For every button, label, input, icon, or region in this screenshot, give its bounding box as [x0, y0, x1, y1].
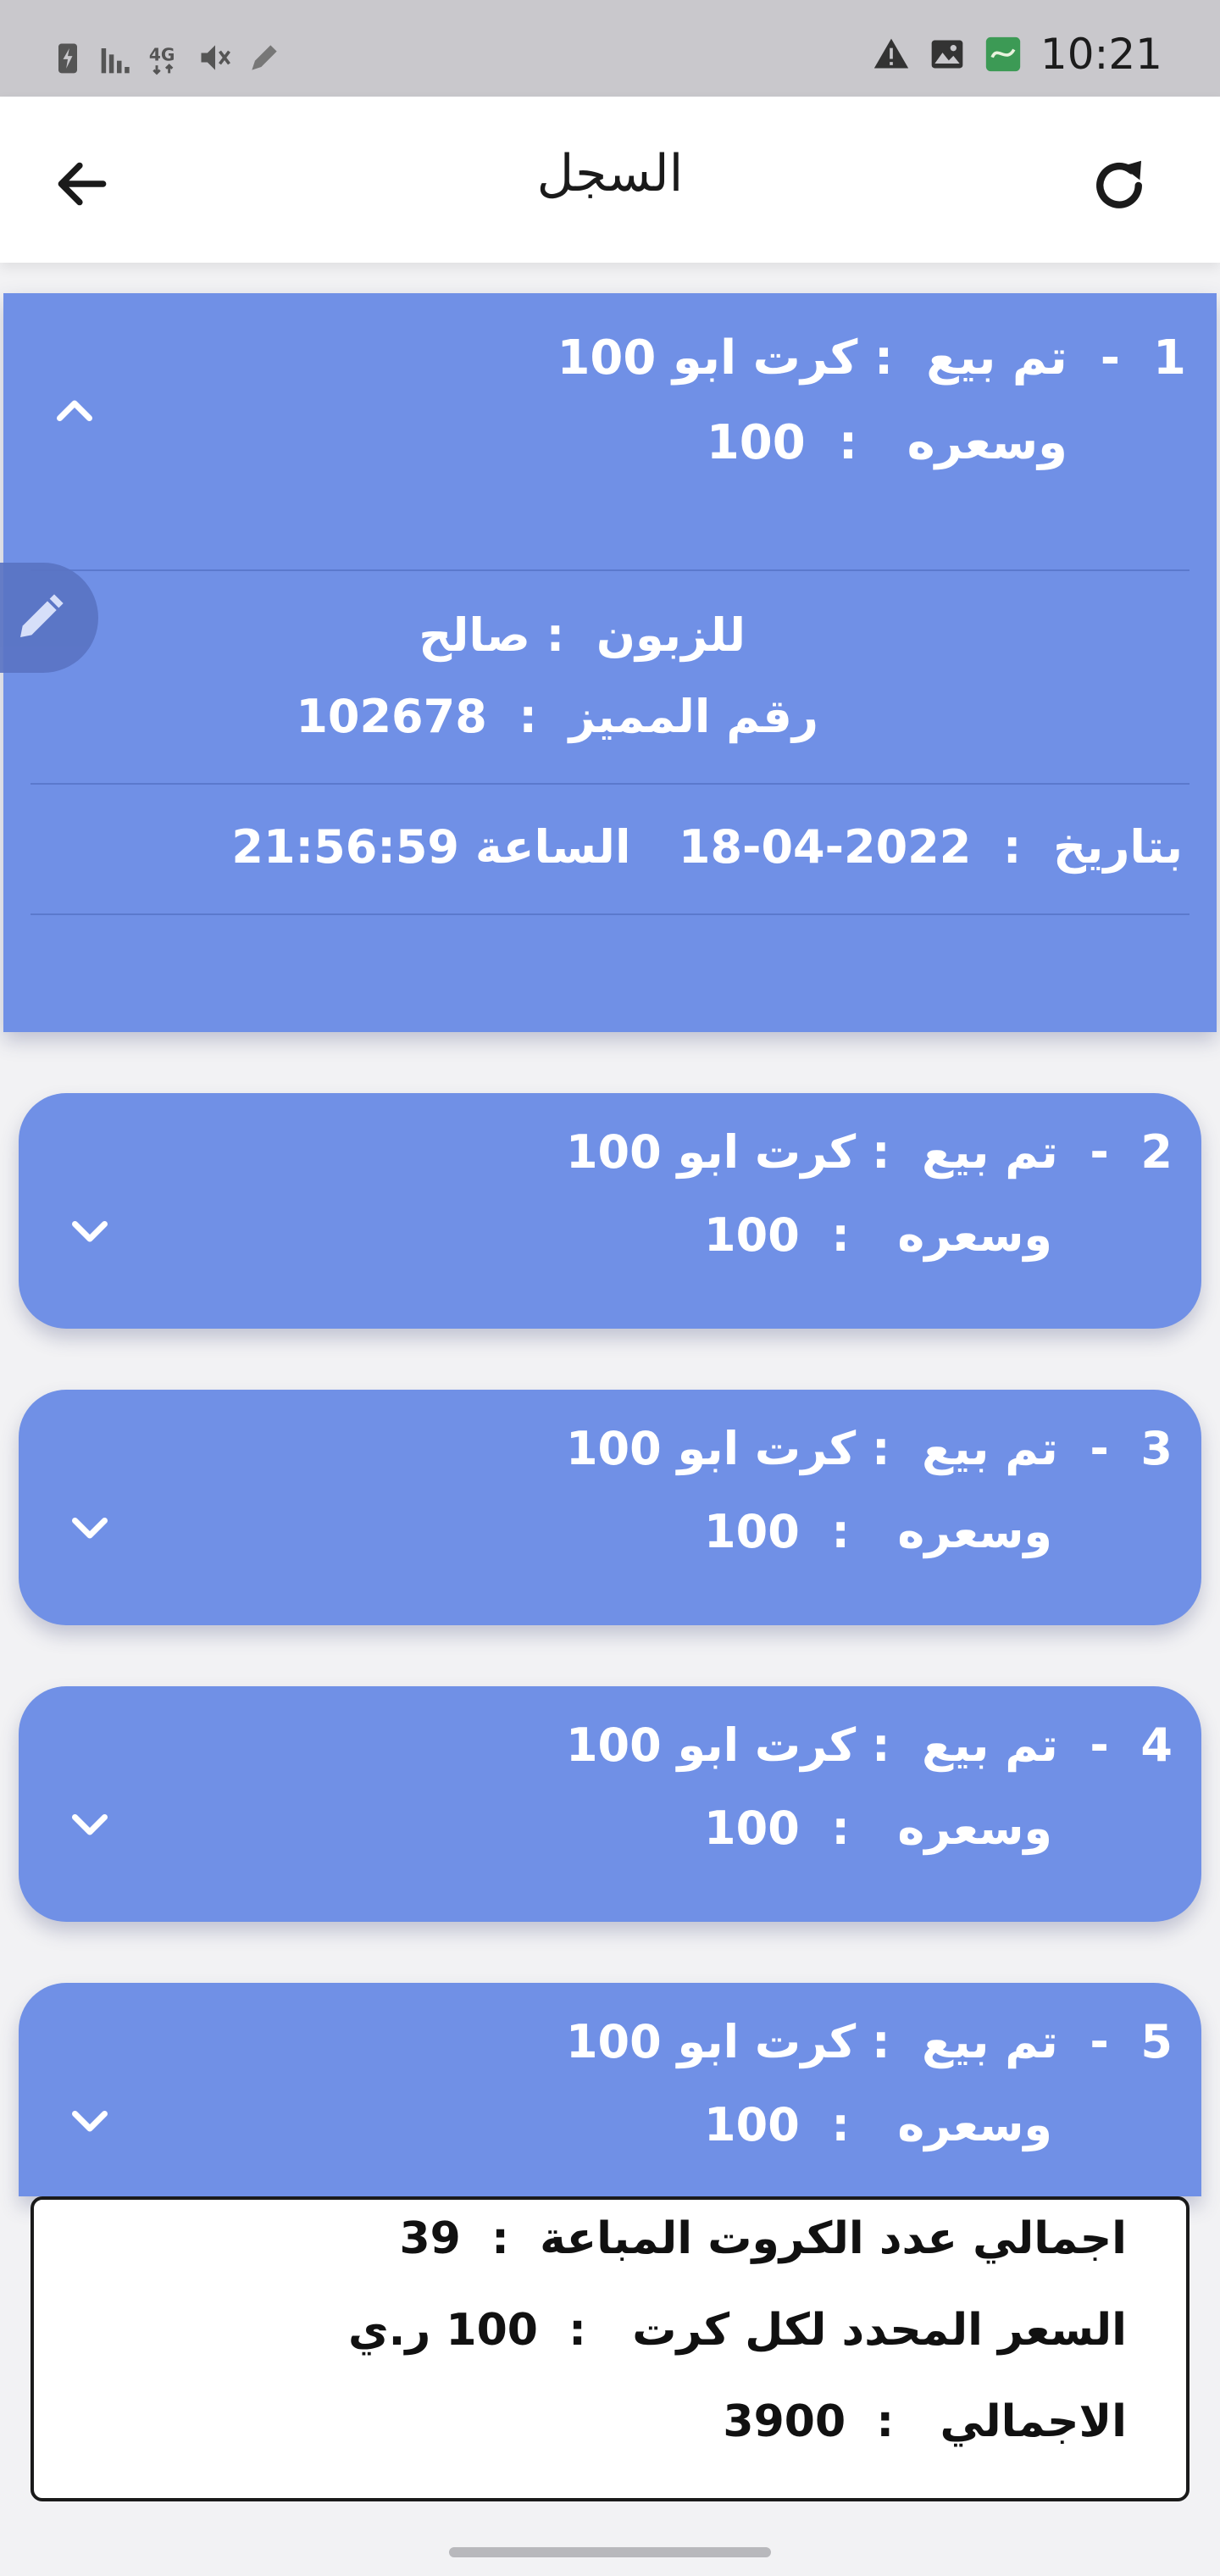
chevron-up-icon[interactable] — [49, 386, 100, 437]
chevron-down-icon[interactable] — [64, 1205, 115, 1256]
record-title: 4 - تم بيع : كرت ابو 100 — [565, 1718, 1173, 1772]
refresh-icon[interactable] — [1086, 153, 1152, 219]
page-title: السجل — [536, 144, 684, 203]
pencil-icon — [20, 594, 64, 637]
record-price: وسعره : 100 — [704, 1208, 1052, 1262]
warning-icon — [873, 38, 909, 69]
status-left-icons: 4G — [49, 32, 283, 83]
pen-icon — [252, 45, 277, 70]
svg-text:4G: 4G — [149, 45, 175, 65]
summary-total: الاجمالي : 3900 — [723, 2396, 1127, 2447]
mute-icon — [201, 45, 230, 70]
app-bar: السجل — [0, 97, 1220, 263]
record-price: وسعره : 100 — [706, 415, 1068, 470]
summary-total-cards: اجمالي عدد الكروت المباعة : 39 — [399, 2213, 1128, 2264]
status-bar: 4G 10:21 — [0, 0, 1220, 97]
record-card[interactable]: 2 - تم بيع : كرت ابو 100 وسعره : 100 — [19, 1093, 1201, 1329]
app-icon — [985, 36, 1021, 72]
divider — [30, 783, 1190, 785]
record-card[interactable]: 3 - تم بيع : كرت ابو 100 وسعره : 100 — [19, 1390, 1201, 1625]
divider — [30, 913, 1190, 915]
record-card[interactable]: 4 - تم بيع : كرت ابو 100 وسعره : 100 — [19, 1686, 1201, 1922]
lte-icon: 4G — [149, 45, 175, 75]
record-code: رقم المميز : 102678 — [296, 690, 818, 743]
chevron-down-icon[interactable] — [64, 1502, 115, 1552]
record-datetime: بتاريخ : 2022-04-18 الساعة 21:56:59 — [231, 820, 1183, 874]
record-title: 2 - تم بيع : كرت ابو 100 — [565, 1125, 1173, 1179]
battery-charging-icon — [58, 43, 77, 74]
record-customer: للزبون : صالح — [419, 608, 746, 662]
record-price: وسعره : 100 — [704, 1802, 1052, 1855]
record-card[interactable]: 5 - تم بيع : كرت ابو 100 وسعره : 100 — [19, 1983, 1201, 2196]
image-icon — [931, 40, 963, 69]
status-right-icons: 10:21 — [873, 27, 1162, 81]
summary-box: اجمالي عدد الكروت المباعة : 39 السعر الم… — [30, 2196, 1190, 2501]
summary-price-per-card: السعر المحدد لكل كرت : 100 ر.ي — [347, 2305, 1127, 2356]
record-price: وسعره : 100 — [704, 1505, 1052, 1558]
record-title: 3 - تم بيع : كرت ابو 100 — [565, 1422, 1173, 1475]
record-title: 5 - تم بيع : كرت ابو 100 — [565, 2015, 1173, 2068]
chevron-down-icon[interactable] — [64, 1798, 115, 1849]
record-card-expanded[interactable]: 1 - تم بيع : كرت ابو 100 وسعره : 100 للز… — [3, 293, 1217, 1032]
record-title: 1 - تم بيع : كرت ابو 100 — [557, 330, 1186, 386]
home-indicator[interactable] — [449, 2547, 771, 2557]
divider — [30, 569, 1190, 571]
record-price: وسعره : 100 — [704, 2098, 1052, 2151]
chevron-down-icon[interactable] — [64, 2095, 115, 2146]
signal-icon — [101, 48, 130, 74]
status-time: 10:21 — [1040, 30, 1162, 79]
